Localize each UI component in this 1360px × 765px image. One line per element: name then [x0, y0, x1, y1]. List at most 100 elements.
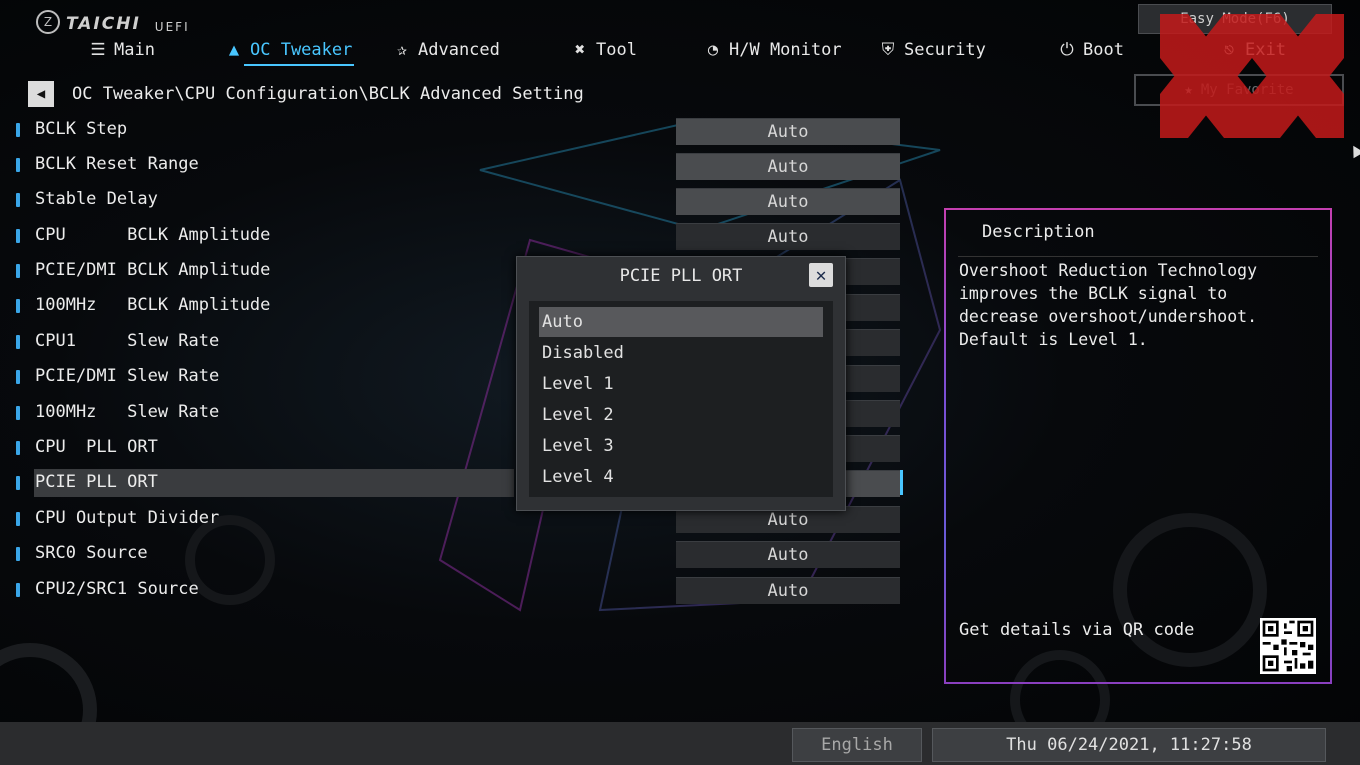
setting-row[interactable]: BCLK Step	[0, 116, 520, 144]
tab-boot[interactable]: ⏻ Boot	[1057, 40, 1124, 60]
setting-row[interactable]: CPU1 Slew Rate	[0, 328, 520, 356]
setting-row[interactable]: CPU PLL ORT	[0, 434, 520, 462]
tab-hw-monitor[interactable]: ◔ H/W Monitor	[703, 40, 842, 60]
tab-main-label: Main	[114, 40, 155, 60]
setting-label: Stable Delay	[35, 189, 158, 209]
qr-label: Get details via QR code	[959, 620, 1195, 640]
description-panel: Description Overshoot Reduction Technolo…	[944, 208, 1332, 684]
row-bullet-icon	[16, 193, 20, 207]
tab-tool-label: Tool	[596, 40, 637, 60]
popup-option-selected[interactable]: Auto	[539, 307, 823, 337]
setting-label: BCLK Step	[35, 119, 128, 139]
popup-option[interactable]: Disabled	[539, 338, 823, 368]
row-bullet-icon	[16, 370, 20, 384]
tab-security-label: Security	[904, 40, 986, 60]
setting-row[interactable]: 100MHz Slew Rate	[0, 399, 520, 427]
tab-exit-label: Exit	[1245, 40, 1286, 60]
setting-row[interactable]: PCIE/DMI BCLK Amplitude	[0, 257, 520, 285]
brand-name: TAICHI	[66, 14, 141, 34]
tab-oc-tweaker-label: OC Tweaker	[250, 40, 353, 60]
popup-option[interactable]: Level 4	[539, 462, 823, 492]
setting-label: CPU PLL ORT	[35, 437, 158, 457]
setting-value[interactable]: Auto	[676, 577, 900, 604]
setting-value[interactable]: Auto	[676, 153, 900, 180]
tab-advanced-label: Advanced	[418, 40, 500, 60]
setting-row-selected[interactable]: PCIE PLL ORT	[0, 469, 520, 497]
setting-label: 100MHz Slew Rate	[35, 402, 220, 422]
setting-value[interactable]: Auto	[676, 223, 900, 250]
tab-hw-monitor-label: H/W Monitor	[729, 40, 842, 60]
tab-advanced[interactable]: ✰ Advanced	[392, 40, 500, 60]
datetime-display: Thu 06/24/2021, 11:27:58	[932, 728, 1326, 762]
language-button[interactable]: English	[792, 728, 922, 762]
setting-label: CPU1 Slew Rate	[35, 331, 220, 351]
setting-label: PCIE PLL ORT	[35, 472, 158, 492]
wrench-icon: ✖	[574, 40, 586, 60]
setting-row[interactable]: Stable Delay	[0, 186, 520, 214]
monitor-icon: ◔	[707, 40, 719, 60]
my-favorite-label: My Favorite	[1200, 82, 1294, 98]
row-bullet-icon	[16, 123, 20, 137]
exit-icon: ⎋	[1223, 40, 1235, 60]
setting-label: PCIE/DMI Slew Rate	[35, 366, 220, 386]
setting-label: CPU2/SRC1 Source	[35, 579, 199, 599]
tab-exit[interactable]: ⎋ Exit	[1219, 40, 1286, 60]
setting-label: SRC0 Source	[35, 543, 148, 563]
brand-logo: Z TAICHI UEFI	[36, 10, 190, 34]
row-bullet-icon	[16, 299, 20, 313]
setting-row[interactable]: CPU2/SRC1 Source	[0, 576, 520, 604]
rocket-icon: ▲	[228, 40, 240, 60]
popup-option[interactable]: Level 2	[539, 400, 823, 430]
popup-title: PCIE PLL ORT	[619, 266, 743, 286]
row-bullet-icon	[16, 406, 20, 420]
star-advanced-icon: ✰	[396, 40, 408, 60]
row-bullet-icon	[16, 335, 20, 349]
tab-oc-tweaker[interactable]: ▲ OC Tweaker	[224, 40, 355, 66]
tab-tool[interactable]: ✖ Tool	[570, 40, 637, 60]
setting-row[interactable]: CPU Output Divider	[0, 505, 520, 533]
list-icon: ☰	[90, 40, 106, 60]
option-popup: PCIE PLL ORT ✕ Auto Disabled Level 1 Lev…	[516, 256, 846, 511]
row-bullet-icon	[16, 264, 20, 278]
setting-row[interactable]: CPU BCLK Amplitude	[0, 222, 520, 250]
description-text: Overshoot Reduction Technology improves …	[959, 261, 1258, 349]
setting-label: CPU Output Divider	[35, 508, 220, 528]
qr-code-icon[interactable]	[1260, 618, 1316, 674]
row-bullet-icon	[16, 547, 20, 561]
setting-label: CPU BCLK Amplitude	[35, 225, 271, 245]
popup-option[interactable]: Level 3	[539, 431, 823, 461]
setting-row[interactable]: 100MHz BCLK Amplitude	[0, 292, 520, 320]
power-icon: ⏻	[1060, 40, 1074, 60]
my-favorite-button[interactable]: ★ My Favorite	[1134, 74, 1344, 106]
back-button[interactable]: ◀	[28, 81, 54, 107]
setting-value[interactable]: Auto	[676, 118, 900, 145]
back-arrow-icon: ◀	[36, 86, 46, 102]
brand-suffix: UEFI	[154, 20, 190, 34]
setting-row[interactable]: BCLK Reset Range	[0, 151, 520, 179]
row-bullet-icon	[16, 512, 20, 526]
close-icon[interactable]: ✕	[809, 263, 833, 287]
tab-boot-label: Boot	[1083, 40, 1124, 60]
row-bullet-icon	[16, 158, 20, 172]
popup-option[interactable]: Level 1	[539, 369, 823, 399]
row-bullet-icon	[16, 476, 20, 490]
setting-value[interactable]: Auto	[676, 541, 900, 568]
setting-row[interactable]: PCIE/DMI Slew Rate	[0, 363, 520, 391]
row-bullet-icon	[16, 229, 20, 243]
breadcrumb: OC Tweaker\CPU Configuration\BCLK Advanc…	[72, 84, 584, 104]
tab-main[interactable]: ☰ Main	[88, 40, 155, 60]
easy-mode-button[interactable]: Easy Mode(F6)	[1138, 4, 1332, 34]
setting-row[interactable]: SRC0 Source	[0, 540, 520, 568]
taichi-logo-icon: Z	[36, 10, 60, 34]
shield-icon: ⛨	[881, 40, 895, 60]
setting-label: 100MHz BCLK Amplitude	[35, 295, 271, 315]
tab-security[interactable]: ⛨ Security	[878, 40, 986, 60]
setting-value[interactable]: Auto	[676, 188, 900, 215]
description-divider	[958, 256, 1318, 257]
popup-option-list: Auto Disabled Level 1 Level 2 Level 3 Le…	[529, 301, 833, 497]
row-bullet-icon	[16, 583, 20, 597]
setting-label: BCLK Reset Range	[35, 154, 199, 174]
description-title: Description	[982, 222, 1095, 242]
star-icon: ★	[1184, 82, 1193, 98]
row-bullet-icon	[16, 441, 20, 455]
